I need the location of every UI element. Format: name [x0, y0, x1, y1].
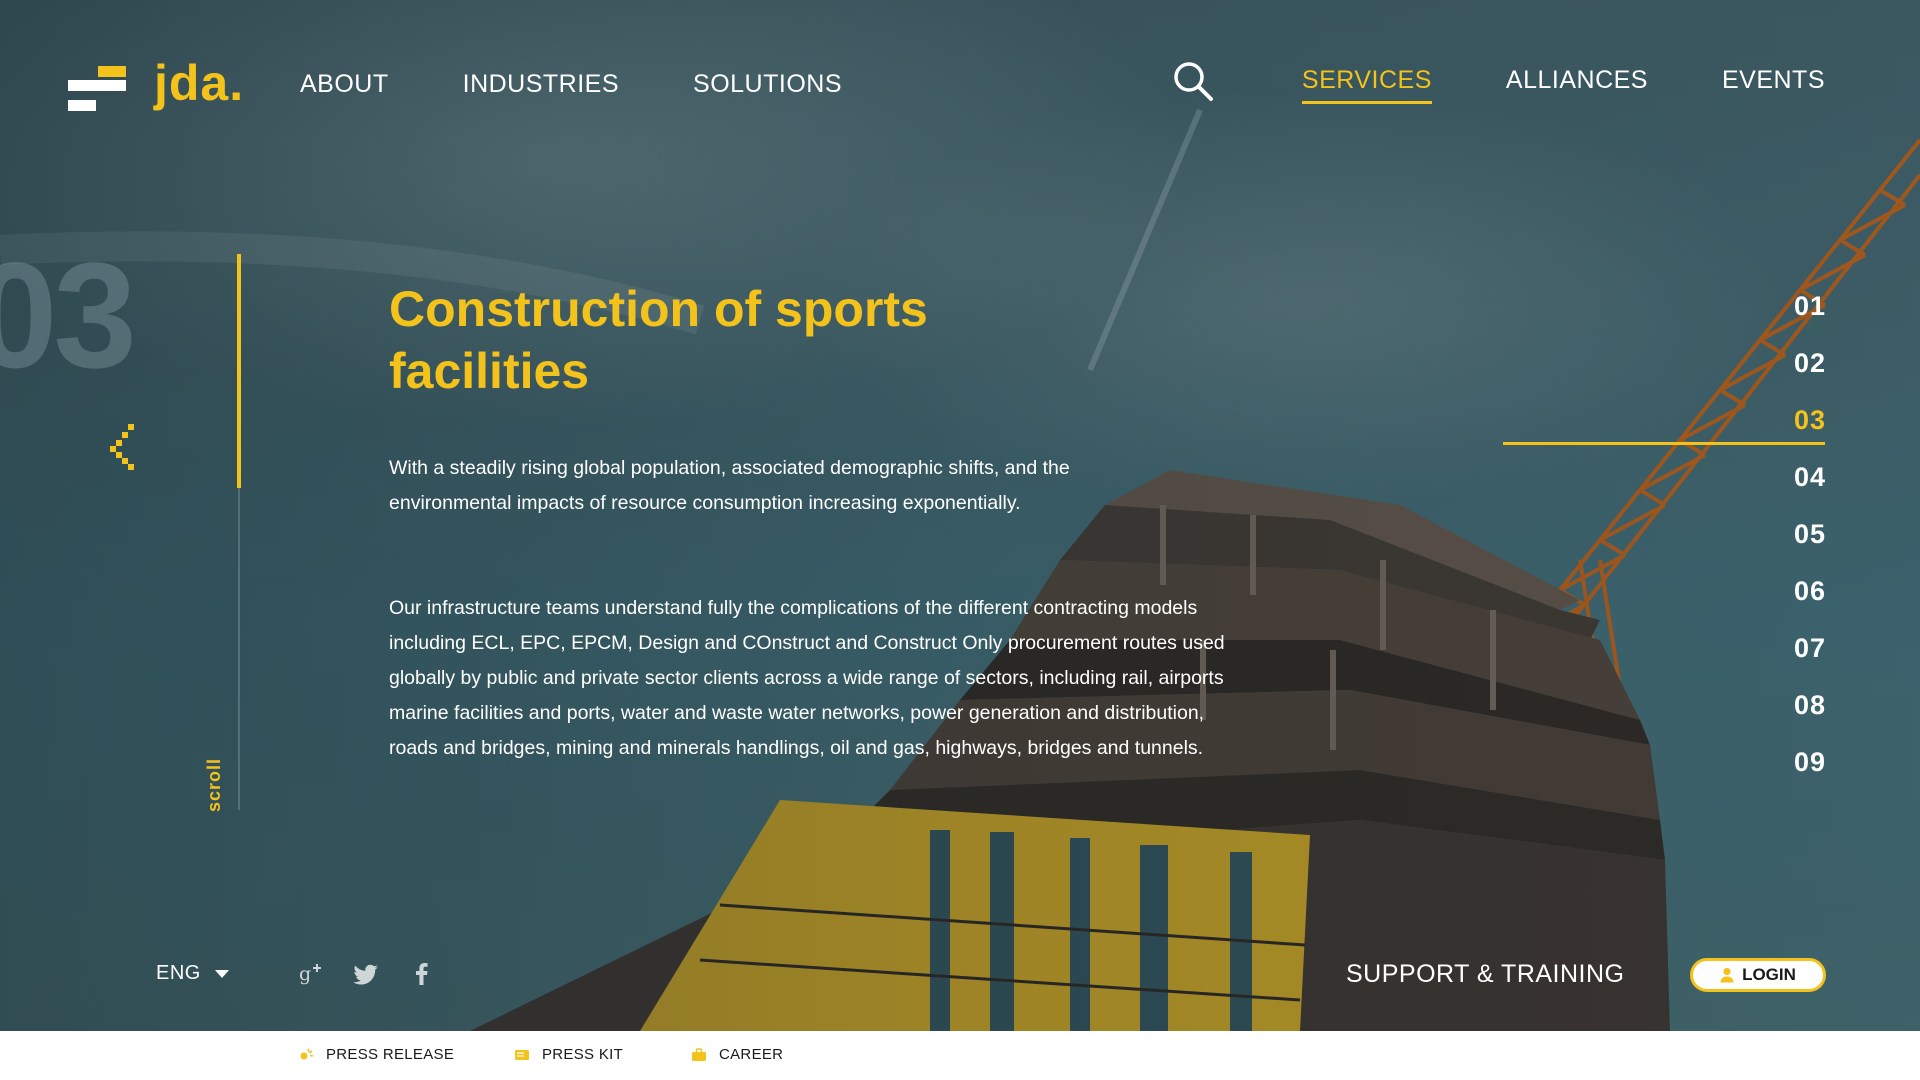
footer-label: PRESS KIT	[542, 1046, 624, 1063]
logo-text: jda.	[154, 55, 245, 111]
google-plus-icon[interactable]: g	[296, 960, 324, 988]
intro-paragraph: With a steadily rising global population…	[389, 457, 1070, 514]
scroll-indicator[interactable]: scroll	[204, 758, 225, 812]
pager-active-line	[1503, 442, 1825, 445]
briefcase-icon	[692, 1047, 706, 1061]
language-label: ENG	[156, 962, 201, 984]
slide-number-watermark: 03	[0, 231, 137, 399]
pager-item-03[interactable]: 03	[1794, 400, 1826, 457]
page-title: Construction of sports facilities	[389, 281, 928, 399]
user-icon	[1720, 967, 1734, 983]
secondary-nav: SERVICES ALLIANCES EVENTS	[1301, 66, 1825, 104]
pager-item-06[interactable]: 06	[1794, 571, 1826, 628]
body-paragraph: Our infrastructure teams understand full…	[389, 597, 1225, 759]
slide-pager: 01 02 03 04 05 06 07 08 09	[1794, 286, 1826, 799]
pager-item-04[interactable]: 04	[1794, 457, 1826, 514]
logo-mark-icon	[68, 64, 128, 114]
facebook-icon[interactable]	[408, 960, 436, 988]
primary-nav: ABOUT INDUSTRIES SOLUTIONS	[300, 70, 842, 99]
pager-item-09[interactable]: 09	[1794, 742, 1826, 799]
press-release-icon	[300, 1048, 314, 1059]
nav-solutions[interactable]: SOLUTIONS	[693, 70, 842, 99]
logo[interactable]: jda.	[68, 58, 244, 114]
nav-about[interactable]: ABOUT	[300, 70, 389, 99]
nav-events[interactable]: EVENTS	[1722, 66, 1825, 104]
footer-career[interactable]: CAREER	[691, 1046, 783, 1063]
progress-track	[238, 488, 240, 810]
footer-label: PRESS RELEASE	[326, 1046, 455, 1063]
login-button[interactable]: LOGIN	[1690, 958, 1826, 992]
search-icon[interactable]	[1172, 60, 1214, 102]
nav-alliances[interactable]: ALLIANCES	[1506, 66, 1648, 104]
press-kit-icon	[515, 1049, 529, 1060]
nav-services[interactable]: SERVICES	[1301, 66, 1432, 104]
footer-press-release[interactable]: PRESS RELEASE	[298, 1046, 454, 1063]
pager-item-02[interactable]: 02	[1794, 343, 1826, 400]
pager-item-01[interactable]: 01	[1794, 286, 1826, 343]
svg-text:g: g	[299, 963, 311, 985]
twitter-icon[interactable]	[353, 960, 381, 988]
pager-item-05[interactable]: 05	[1794, 514, 1826, 571]
login-label: LOGIN	[1742, 965, 1796, 984]
footer-label: CAREER	[719, 1046, 784, 1063]
language-selector[interactable]: ENG	[156, 962, 229, 985]
footer-bar: PRESS RELEASE PRESS KIT CAREER	[0, 1031, 1920, 1080]
pager-item-07[interactable]: 07	[1794, 628, 1826, 685]
nav-industries[interactable]: INDUSTRIES	[463, 70, 619, 99]
progress-rule	[237, 254, 241, 488]
chevron-left-icon[interactable]	[108, 424, 138, 470]
footer-press-kit[interactable]: PRESS KIT	[514, 1046, 623, 1063]
pager-item-08[interactable]: 08	[1794, 685, 1826, 742]
caret-down-icon	[214, 969, 229, 978]
support-training-link[interactable]: SUPPORT & TRAINING	[1346, 960, 1625, 989]
